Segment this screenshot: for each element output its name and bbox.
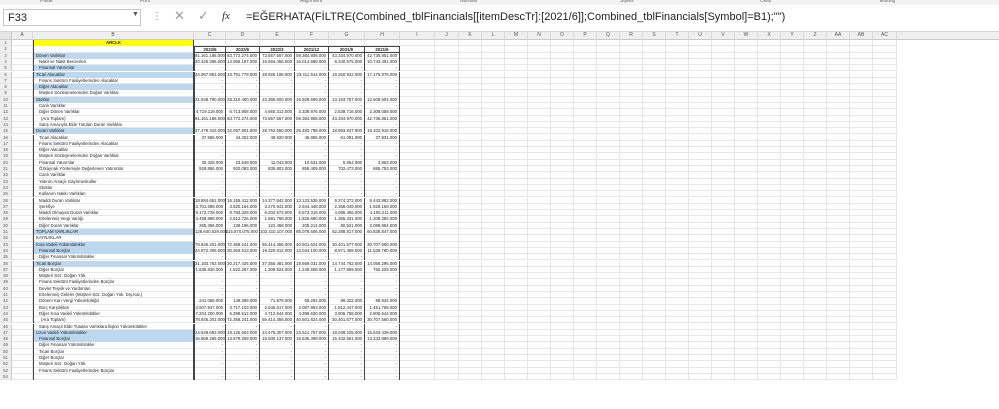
column-header[interactable]: L	[482, 32, 505, 39]
grid-cell[interactable]	[735, 373, 758, 381]
column-header[interactable]: K	[459, 32, 482, 39]
column-header[interactable]: D	[226, 32, 260, 39]
column-header[interactable]: F	[295, 32, 329, 39]
column-header[interactable]: V	[712, 32, 735, 39]
value-cell[interactable]: -	[329, 373, 365, 381]
worksheet-grid[interactable]: A B C D E F G H I J K L M N O P Q R S T U V W X Y Z AA AB AC 1 ARCLK 2…	[0, 32, 999, 409]
column-header[interactable]: Z	[804, 32, 827, 39]
grid-cell[interactable]	[827, 373, 850, 381]
item-label-cell[interactable]	[33, 373, 194, 381]
grid-cell[interactable]	[459, 373, 482, 381]
grid-cell[interactable]	[505, 373, 528, 381]
column-header[interactable]: AB	[850, 32, 873, 39]
grid-cell[interactable]	[850, 373, 873, 381]
chevron-down-icon[interactable]: ▼	[132, 11, 139, 18]
grid-cell[interactable]	[781, 373, 804, 381]
close-icon[interactable]: ✕	[174, 8, 185, 24]
column-header[interactable]: O	[551, 32, 574, 39]
fx-icon[interactable]: fx	[222, 10, 230, 22]
grid-cell[interactable]	[528, 373, 551, 381]
column-header[interactable]: AA	[827, 32, 850, 39]
column-header[interactable]: T	[666, 32, 689, 39]
grid-cell[interactable]	[643, 373, 666, 381]
name-box[interactable]: F33	[3, 9, 141, 26]
column-header[interactable]: G	[329, 32, 365, 39]
grid-cell[interactable]	[435, 373, 459, 381]
formula-bar: F33 ▼ ⋮ ✕ ✓ fx =EĞERHATA(FİLTRE(Combined…	[0, 5, 999, 32]
value-cell[interactable]: -	[226, 373, 260, 381]
column-header[interactable]: X	[758, 32, 781, 39]
column-header[interactable]: I	[400, 32, 435, 39]
column-header[interactable]: E	[260, 32, 295, 39]
grid-cell[interactable]	[400, 373, 435, 381]
ribbon-group-label: Editing	[880, 0, 896, 4]
ribbon-group-label: Font	[140, 0, 151, 4]
column-header[interactable]: S	[643, 32, 666, 39]
grid-cell[interactable]	[551, 373, 574, 381]
grid-cell[interactable]	[482, 373, 505, 381]
column-header[interactable]: R	[620, 32, 643, 39]
value-cell[interactable]: -	[194, 373, 226, 381]
grid-cell[interactable]	[689, 373, 712, 381]
column-header[interactable]: U	[689, 32, 712, 39]
grid-cell[interactable]	[574, 373, 597, 381]
column-header[interactable]: N	[528, 32, 551, 39]
grid-cell[interactable]	[758, 373, 781, 381]
column-header[interactable]: A	[12, 32, 33, 39]
value-cell[interactable]: -	[295, 373, 329, 381]
drag-handle-icon[interactable]: ⋮	[152, 11, 162, 22]
grid-cell[interactable]	[804, 373, 827, 381]
column-header[interactable]: H	[365, 32, 400, 39]
column-headers: A B C D E F G H I J K L M N O P Q R S T U V W X Y Z AA AB AC	[0, 32, 999, 40]
column-header[interactable]: J	[435, 32, 459, 39]
sheet-row: 54- - - - - -	[0, 373, 999, 381]
ribbon-group-label: Cells	[760, 0, 772, 4]
grid-cell[interactable]	[873, 373, 897, 381]
grid-cell[interactable]	[712, 373, 735, 381]
grid-cell[interactable]	[666, 373, 689, 381]
column-header[interactable]: P	[574, 32, 597, 39]
ribbon-group-label: Styles	[620, 0, 634, 4]
column-header[interactable]: W	[735, 32, 758, 39]
column-header[interactable]: AC	[873, 32, 897, 39]
value-cell[interactable]: -	[260, 373, 295, 381]
select-all-corner[interactable]	[0, 32, 12, 39]
grid-cell[interactable]	[620, 373, 643, 381]
grid-cell[interactable]	[597, 373, 620, 381]
column-header[interactable]: Y	[781, 32, 804, 39]
check-icon[interactable]: ✓	[198, 8, 209, 24]
column-header[interactable]: M	[505, 32, 528, 39]
row-header[interactable]: 54	[0, 373, 12, 381]
column-header[interactable]: Q	[597, 32, 620, 39]
column-header[interactable]: C	[194, 32, 226, 39]
ribbon-group-label: Alignment	[300, 0, 323, 4]
ribbon-group-label: Number	[460, 0, 478, 4]
grid-cell[interactable]	[12, 373, 33, 381]
value-cell[interactable]: -	[365, 373, 400, 381]
ribbon-group-label: Paste	[40, 0, 53, 4]
column-header[interactable]: B	[33, 32, 194, 39]
formula-input[interactable]: =EĞERHATA(FİLTRE(Combined_tblFinancials[…	[246, 11, 785, 23]
